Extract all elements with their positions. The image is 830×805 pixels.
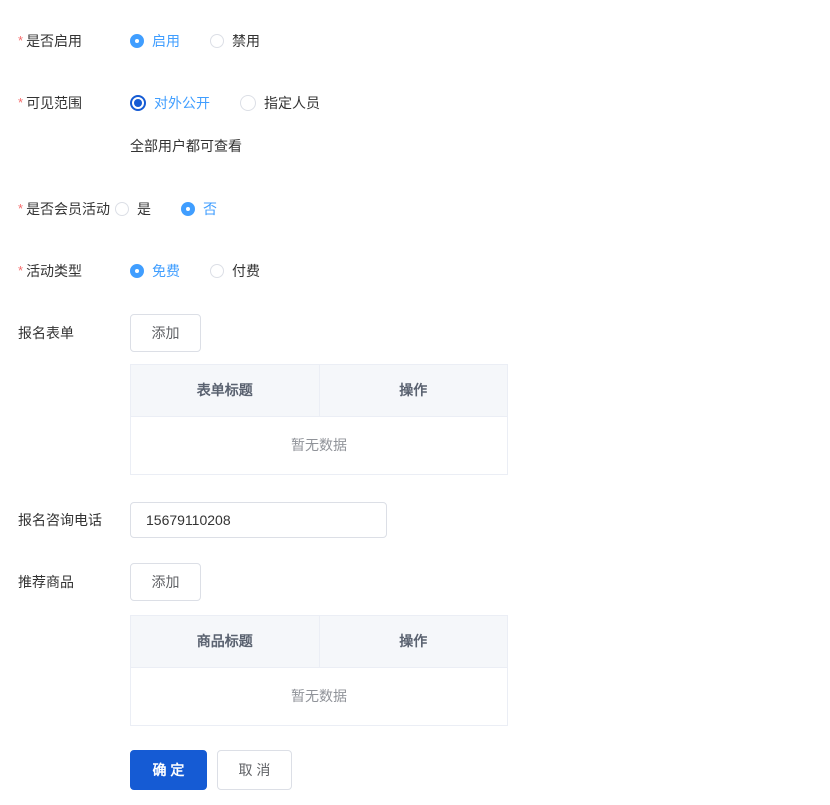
radio-selected-icon	[181, 202, 195, 216]
radio-member-yes-label: 是	[137, 201, 151, 217]
radio-member-no-label: 否	[203, 201, 217, 217]
radio-enable-on[interactable]: 启用	[130, 31, 180, 51]
visibility-radio-group: 对外公开 指定人员	[130, 93, 320, 113]
radio-visibility-public-label: 对外公开	[154, 95, 210, 111]
cancel-button[interactable]: 取 消	[217, 750, 292, 790]
products-control: 添加	[130, 563, 201, 601]
form-item-products: 推荐商品 添加	[18, 563, 830, 601]
radio-visibility-specified-label: 指定人员	[264, 95, 320, 111]
radio-unselected-icon	[210, 34, 224, 48]
visibility-control: 对外公开 指定人员 全部用户都可查看	[130, 93, 320, 156]
radio-visibility-public[interactable]: 对外公开	[130, 93, 210, 113]
form-item-activity-type: * 活动类型 免费 付费	[18, 261, 830, 281]
radio-member-no[interactable]: 否	[181, 199, 217, 219]
products-table-row: 商品标题 操作 暂无数据	[18, 615, 830, 726]
signup-form-table-header: 表单标题 操作	[131, 365, 507, 417]
signup-form-table-row: 表单标题 操作 暂无数据	[18, 364, 830, 475]
signup-form-control: 添加	[130, 314, 201, 352]
member-radio-group: 是 否	[115, 199, 217, 219]
signup-form-add-button[interactable]: 添加	[130, 314, 201, 352]
phone-control	[130, 502, 387, 538]
activity-form: * 是否启用 启用 禁用 * 可见范围 对外公开 指定人员 全部用户都可查看 *…	[0, 0, 830, 790]
required-asterisk: *	[18, 33, 24, 48]
products-add-button[interactable]: 添加	[130, 563, 201, 601]
radio-dot	[186, 207, 190, 211]
signup-form-label: 报名表单	[18, 323, 130, 343]
radio-unselected-icon	[240, 95, 256, 111]
enable-label: * 是否启用	[18, 31, 130, 51]
visibility-helper-text: 全部用户都可查看	[130, 138, 242, 154]
form-item-member: * 是否会员活动 是 否	[18, 199, 830, 219]
form-item-visibility: * 可见范围 对外公开 指定人员 全部用户都可查看	[18, 93, 830, 156]
required-asterisk: *	[18, 201, 24, 216]
enable-label-text: 是否启用	[26, 33, 83, 49]
signup-form-table: 表单标题 操作 暂无数据	[130, 364, 508, 475]
radio-visibility-specified[interactable]: 指定人员	[240, 93, 320, 113]
enable-radio-group: 启用 禁用	[130, 31, 260, 51]
products-table-header: 商品标题 操作	[131, 616, 507, 668]
radio-dot	[135, 269, 139, 273]
radio-selected-icon	[130, 95, 146, 111]
phone-input[interactable]	[130, 502, 387, 538]
radio-enable-off[interactable]: 禁用	[210, 31, 260, 51]
signup-form-table-header-action: 操作	[399, 382, 428, 398]
radio-type-free[interactable]: 免费	[130, 261, 180, 281]
required-asterisk: *	[18, 95, 24, 110]
radio-type-paid[interactable]: 付费	[210, 261, 260, 281]
footer-buttons: 确 定 取 消	[130, 750, 292, 790]
products-label: 推荐商品	[18, 572, 130, 592]
visibility-label: * 可见范围	[18, 93, 130, 113]
radio-dot	[134, 99, 142, 107]
radio-type-paid-label: 付费	[232, 263, 260, 279]
activity-type-label-text: 活动类型	[26, 263, 83, 279]
products-table-header-action: 操作	[399, 633, 428, 649]
signup-form-table-header-title: 表单标题	[131, 365, 320, 416]
radio-unselected-icon	[210, 264, 224, 278]
radio-enable-on-label: 启用	[152, 33, 180, 49]
radio-unselected-icon	[115, 202, 129, 216]
radio-member-yes[interactable]: 是	[115, 199, 151, 219]
visibility-label-text: 可见范围	[26, 95, 83, 111]
form-item-phone: 报名咨询电话	[18, 502, 830, 538]
radio-type-free-label: 免费	[152, 263, 180, 279]
signup-form-table-empty-text: 暂无数据	[291, 437, 347, 453]
form-footer: 确 定 取 消	[18, 750, 830, 790]
required-asterisk: *	[18, 263, 24, 278]
member-label: * 是否会员活动	[18, 199, 115, 219]
member-label-text: 是否会员活动	[26, 201, 111, 217]
phone-label: 报名咨询电话	[18, 510, 130, 530]
products-table-header-title: 商品标题	[131, 616, 320, 667]
radio-enable-off-label: 禁用	[232, 33, 260, 49]
radio-selected-icon	[130, 264, 144, 278]
products-table: 商品标题 操作 暂无数据	[130, 615, 508, 726]
confirm-button[interactable]: 确 定	[130, 750, 207, 790]
form-item-enable: * 是否启用 启用 禁用	[18, 31, 830, 51]
products-label-text: 推荐商品	[18, 574, 74, 590]
radio-dot	[135, 39, 139, 43]
activity-type-radio-group: 免费 付费	[130, 261, 260, 281]
products-table-empty-text: 暂无数据	[291, 688, 347, 704]
form-item-signup-form: 报名表单 添加	[18, 314, 830, 352]
radio-selected-icon	[130, 34, 144, 48]
phone-label-text: 报名咨询电话	[18, 512, 102, 528]
signup-form-label-text: 报名表单	[18, 325, 74, 341]
activity-type-label: * 活动类型	[18, 261, 130, 281]
